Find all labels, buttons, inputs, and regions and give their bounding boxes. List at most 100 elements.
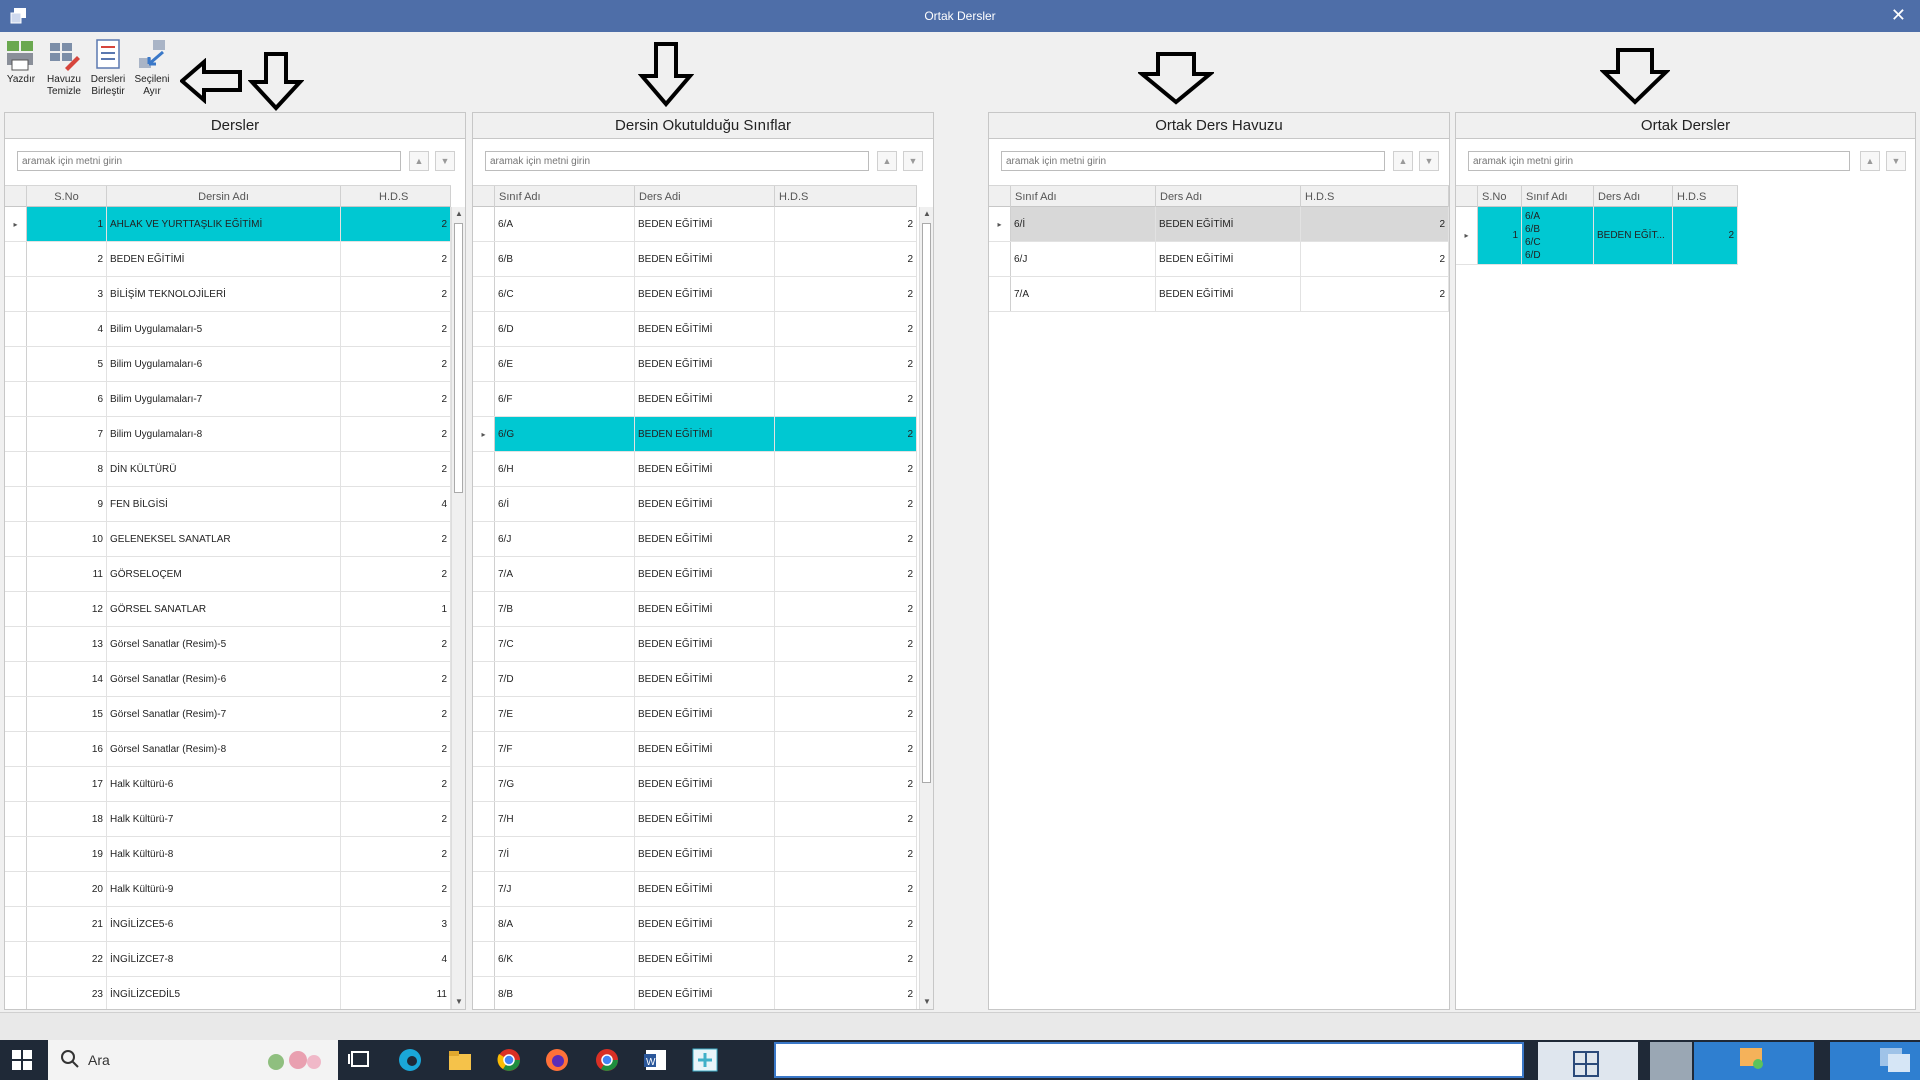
table-row[interactable]: 7/E BEDEN EĞİTİMİ 2	[473, 697, 917, 732]
chevron-down-icon[interactable]: ▼	[1419, 151, 1439, 171]
table-row[interactable]: ▸ 6/İ BEDEN EĞİTİMİ 2	[989, 207, 1449, 242]
chevron-up-icon[interactable]: ▲	[877, 151, 897, 171]
file-explorer-icon[interactable]	[445, 1046, 475, 1074]
table-row[interactable]: 13 Görsel Sanatlar (Resim)-5 2	[5, 627, 451, 662]
col-hds[interactable]: H.D.S	[775, 186, 917, 208]
table-row[interactable]: 22 İNGİLİZCE7-8 4	[5, 942, 451, 977]
table-row[interactable]: ▸ 6/G BEDEN EĞİTİMİ 2	[473, 417, 917, 452]
chevron-down-icon[interactable]: ▼	[435, 151, 455, 171]
taskbar-app-tile-icon[interactable]	[1830, 1042, 1920, 1080]
table-row[interactable]: 16 Görsel Sanatlar (Resim)-8 2	[5, 732, 451, 767]
table-row[interactable]: 6/F BEDEN EĞİTİMİ 2	[473, 382, 917, 417]
table-row[interactable]: 19 Halk Kültürü-8 2	[5, 837, 451, 872]
taskbar-tile-icon[interactable]	[1650, 1042, 1692, 1080]
table-row[interactable]: 23 İNGİLİZCEDİL5 11	[5, 977, 451, 1009]
table-row[interactable]: 7/H BEDEN EĞİTİMİ 2	[473, 802, 917, 837]
table-row[interactable]: 8/A BEDEN EĞİTİMİ 2	[473, 907, 917, 942]
table-row[interactable]: 11 GÖRSELOÇEM 2	[5, 557, 451, 592]
merge-button[interactable]: Dersleri Birleştir	[86, 38, 130, 98]
table-row[interactable]: 7/B BEDEN EĞİTİMİ 2	[473, 592, 917, 627]
table-row[interactable]: 6/İ BEDEN EĞİTİMİ 2	[473, 487, 917, 522]
table-row[interactable]: 6/J BEDEN EĞİTİMİ 2	[473, 522, 917, 557]
table-row[interactable]: 7/F BEDEN EĞİTİMİ 2	[473, 732, 917, 767]
scroll-down-icon[interactable]: ▼	[920, 995, 933, 1009]
col-sinif-adi[interactable]: Sınıf Adı	[495, 186, 635, 208]
table-row[interactable]: 6/H BEDEN EĞİTİMİ 2	[473, 452, 917, 487]
table-row[interactable]: 7/İ BEDEN EĞİTİMİ 2	[473, 837, 917, 872]
table-row[interactable]: 18 Halk Kültürü-7 2	[5, 802, 451, 837]
word-icon[interactable]: W	[641, 1046, 671, 1074]
windows-start-icon[interactable]	[12, 1050, 32, 1070]
col-sno[interactable]: S.No	[1478, 186, 1522, 208]
table-row[interactable]: 7 Bilim Uygulamaları-8 2	[5, 417, 451, 452]
table-row[interactable]: 6 Bilim Uygulamaları-7 2	[5, 382, 451, 417]
table-row[interactable]: 15 Görsel Sanatlar (Resim)-7 2	[5, 697, 451, 732]
table-row[interactable]: 6/C BEDEN EĞİTİMİ 2	[473, 277, 917, 312]
search-input[interactable]	[17, 151, 401, 171]
col-ders-adi[interactable]: Dersin Adı	[107, 186, 341, 208]
table-row[interactable]: 14 Görsel Sanatlar (Resim)-6 2	[5, 662, 451, 697]
table-row[interactable]: 7/C BEDEN EĞİTİMİ 2	[473, 627, 917, 662]
chevron-down-icon[interactable]: ▼	[903, 151, 923, 171]
vertical-scrollbar[interactable]: ▲ ▼	[451, 207, 465, 1009]
table-row[interactable]: 12 GÖRSEL SANATLAR 1	[5, 592, 451, 627]
table-row[interactable]: ▸ 1 6/A 6/B 6/C 6/D BEDEN EĞİT... 2	[1456, 207, 1738, 265]
table-row[interactable]: 6/K BEDEN EĞİTİMİ 2	[473, 942, 917, 977]
table-row[interactable]: ▸ 1 AHLAK VE YURTTAŞLIK EĞİTİMİ 2	[5, 207, 451, 242]
table-row[interactable]: 8/B BEDEN EĞİTİMİ 2	[473, 977, 917, 1009]
print-button[interactable]: Yazdır	[0, 38, 43, 86]
firefox-icon[interactable]	[542, 1046, 572, 1074]
table-row[interactable]: 6/A BEDEN EĞİTİMİ 2	[473, 207, 917, 242]
table-row[interactable]: 9 FEN BİLGİSİ 4	[5, 487, 451, 522]
chevron-up-icon[interactable]: ▲	[409, 151, 429, 171]
table-row[interactable]: 7/G BEDEN EĞİTİMİ 2	[473, 767, 917, 802]
taskbar-search[interactable]: Ara	[48, 1040, 338, 1080]
edge-browser-icon[interactable]	[395, 1046, 425, 1074]
table-row[interactable]: 7/A BEDEN EĞİTİMİ 2	[473, 557, 917, 592]
taskbar-input-box[interactable]	[774, 1042, 1524, 1078]
col-sinif-adi[interactable]: Sınıf Adı	[1011, 186, 1156, 208]
scroll-up-icon[interactable]: ▲	[920, 207, 933, 221]
table-row[interactable]: 6/B BEDEN EĞİTİMİ 2	[473, 242, 917, 277]
table-row[interactable]: 10 GELENEKSEL SANATLAR 2	[5, 522, 451, 557]
search-input[interactable]	[1468, 151, 1850, 171]
table-row[interactable]: 6/D BEDEN EĞİTİMİ 2	[473, 312, 917, 347]
taskbar-app-tile-icon[interactable]	[1694, 1042, 1814, 1080]
table-row[interactable]: 7/D BEDEN EĞİTİMİ 2	[473, 662, 917, 697]
chevron-up-icon[interactable]: ▲	[1393, 151, 1413, 171]
chrome-profile-icon[interactable]	[592, 1046, 622, 1074]
col-sinif-adi[interactable]: Sınıf Adı	[1522, 186, 1594, 208]
table-row[interactable]: 3 BİLİŞİM TEKNOLOJİLERİ 2	[5, 277, 451, 312]
schedule-app-icon[interactable]	[690, 1046, 720, 1074]
table-row[interactable]: 21 İNGİLİZCE5-6 3	[5, 907, 451, 942]
search-input[interactable]	[1001, 151, 1385, 171]
chevron-up-icon[interactable]: ▲	[1860, 151, 1880, 171]
table-row[interactable]: 7/A BEDEN EĞİTİMİ 2	[989, 277, 1449, 312]
table-row[interactable]: 17 Halk Kültürü-6 2	[5, 767, 451, 802]
scroll-thumb[interactable]	[454, 223, 463, 493]
col-ders-adi[interactable]: Ders Adı	[1156, 186, 1301, 208]
task-view-icon[interactable]	[345, 1046, 375, 1074]
close-icon[interactable]: ✕	[1891, 5, 1906, 25]
chrome-icon[interactable]	[494, 1046, 524, 1074]
table-row[interactable]: 8 DİN KÜLTÜRÜ 2	[5, 452, 451, 487]
search-input[interactable]	[485, 151, 869, 171]
vertical-scrollbar[interactable]: ▲ ▼	[919, 207, 933, 1009]
table-row[interactable]: 5 Bilim Uygulamaları-6 2	[5, 347, 451, 382]
table-row[interactable]: 6/E BEDEN EĞİTİMİ 2	[473, 347, 917, 382]
scroll-thumb[interactable]	[922, 223, 931, 783]
table-row[interactable]: 6/J BEDEN EĞİTİMİ 2	[989, 242, 1449, 277]
table-row[interactable]: 2 BEDEN EĞİTİMİ 2	[5, 242, 451, 277]
col-hds[interactable]: H.D.S	[341, 186, 451, 208]
table-row[interactable]: 20 Halk Kültürü-9 2	[5, 872, 451, 907]
col-ders-adi[interactable]: Ders Adı	[1594, 186, 1673, 208]
chevron-down-icon[interactable]: ▼	[1886, 151, 1906, 171]
split-button[interactable]: Seçileni Ayır	[130, 38, 174, 98]
col-hds[interactable]: H.D.S	[1673, 186, 1738, 208]
table-row[interactable]: 4 Bilim Uygulamaları-5 2	[5, 312, 451, 347]
taskbar-window-preview-icon[interactable]	[1538, 1042, 1638, 1080]
col-hds[interactable]: H.D.S	[1301, 186, 1449, 208]
scroll-up-icon[interactable]: ▲	[452, 207, 465, 221]
scroll-down-icon[interactable]: ▼	[452, 995, 465, 1009]
col-sno[interactable]: S.No	[27, 186, 107, 208]
